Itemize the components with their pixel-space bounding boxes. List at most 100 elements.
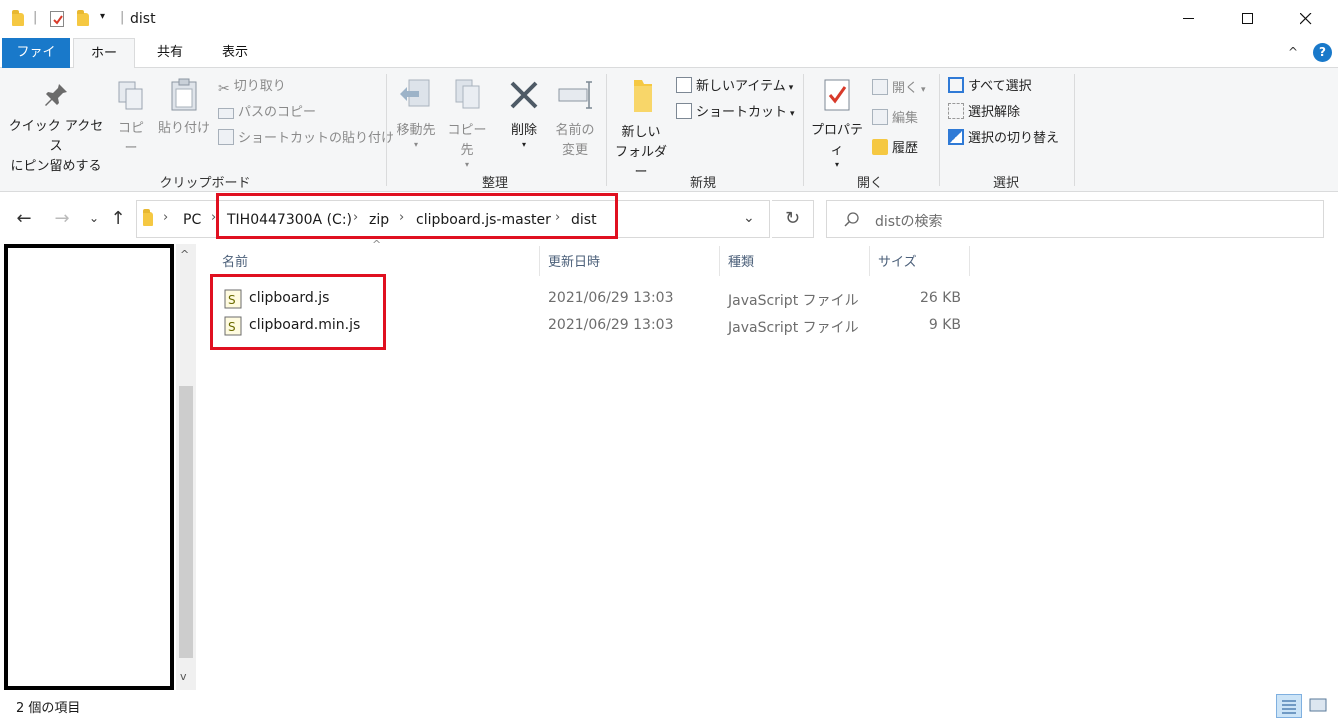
tab-home[interactable]: ホーム bbox=[73, 38, 135, 91]
paste-shortcut-button[interactable]: ショートカットの貼り付け bbox=[218, 128, 394, 150]
pin-quick-access-button[interactable]: クイック アクセス にピン留めする bbox=[6, 80, 106, 177]
address-history-dropdown-icon[interactable]: ⌄ bbox=[743, 210, 755, 226]
edit-icon bbox=[872, 109, 888, 125]
history-icon bbox=[872, 139, 888, 155]
refresh-button[interactable]: ↻ bbox=[772, 200, 814, 238]
forward-arrow-icon[interactable]: → bbox=[50, 208, 74, 229]
details-view-button[interactable] bbox=[1276, 694, 1302, 718]
large-icons-view-button[interactable] bbox=[1306, 694, 1332, 718]
group-label-clipboard: クリップボード bbox=[159, 176, 251, 191]
customize-quick-access-icon[interactable]: ▾ bbox=[100, 11, 105, 22]
up-arrow-icon[interactable]: ↑ bbox=[106, 208, 130, 229]
scroll-up-icon[interactable]: ^ bbox=[180, 248, 189, 261]
column-divider[interactable] bbox=[719, 246, 720, 276]
open-button[interactable]: 開く ▾ bbox=[872, 78, 926, 100]
navigation-pane[interactable] bbox=[4, 244, 174, 690]
column-divider[interactable] bbox=[869, 246, 870, 276]
pin-icon bbox=[45, 84, 67, 106]
scrollbar-thumb[interactable] bbox=[179, 386, 193, 658]
new-item-button[interactable]: 新しいアイテム ▾ bbox=[676, 76, 793, 98]
minimize-button[interactable] bbox=[1166, 0, 1212, 38]
pin-label-line1: クイック アクセス bbox=[8, 119, 104, 154]
column-header-type[interactable]: 種類 bbox=[728, 252, 754, 274]
paste-icon bbox=[171, 78, 197, 111]
column-header-date[interactable]: 更新日時 bbox=[548, 252, 600, 274]
tab-view[interactable]: 表示 bbox=[208, 38, 262, 68]
select-none-icon bbox=[948, 103, 964, 119]
tab-share[interactable]: 共有 bbox=[143, 38, 197, 68]
breadcrumb-pc[interactable]: PC bbox=[183, 212, 201, 228]
move-to-label: 移動先 bbox=[396, 123, 436, 138]
cut-label: 切り取り bbox=[233, 79, 286, 94]
new-item-label: 新しいアイテム bbox=[696, 79, 786, 94]
dropdown-arrow-icon: ▾ bbox=[413, 140, 418, 149]
delete-button[interactable]: 削除 ▾ bbox=[502, 78, 546, 149]
dropdown-arrow-icon: ▾ bbox=[834, 160, 839, 169]
edit-label: 編集 bbox=[892, 111, 919, 126]
new-item-icon bbox=[676, 77, 692, 93]
maximize-button[interactable] bbox=[1225, 0, 1271, 38]
new-folder-quick-icon[interactable] bbox=[77, 10, 89, 26]
highlight-address-box bbox=[216, 193, 618, 239]
group-separator bbox=[1074, 74, 1075, 186]
back-arrow-icon[interactable]: ← bbox=[12, 208, 36, 229]
group-label-new: 新規 bbox=[689, 176, 716, 191]
properties-quick-icon[interactable] bbox=[50, 11, 64, 27]
move-to-button[interactable]: 移動先 ▾ bbox=[392, 78, 440, 149]
search-placeholder: distの検索 bbox=[875, 214, 943, 230]
column-divider[interactable] bbox=[539, 246, 540, 276]
column-header-name[interactable]: 名前 bbox=[222, 252, 248, 274]
scissors-icon: ✂ bbox=[218, 81, 230, 97]
new-folder-button[interactable]: 新しい フォルダー bbox=[610, 76, 672, 183]
highlight-files-box bbox=[210, 274, 386, 350]
cut-button[interactable]: ✂ 切り取り bbox=[218, 76, 286, 98]
tab-file[interactable]: ファイル bbox=[2, 38, 70, 90]
sort-ascending-icon: ^ bbox=[372, 238, 382, 251]
delete-x-icon bbox=[510, 81, 538, 109]
collapse-ribbon-icon[interactable]: ^ bbox=[1288, 45, 1298, 59]
history-label: 履歴 bbox=[892, 141, 919, 156]
edit-button[interactable]: 編集 bbox=[872, 108, 918, 130]
rename-button[interactable]: 名前の 変更 bbox=[550, 78, 600, 161]
chevron-right-icon[interactable]: › bbox=[163, 210, 168, 225]
help-icon[interactable]: ? bbox=[1313, 43, 1332, 62]
copy-path-button[interactable]: パスのコピー bbox=[218, 102, 316, 124]
group-separator bbox=[606, 74, 607, 186]
delete-label: 削除 bbox=[510, 123, 537, 138]
scroll-down-icon[interactable]: v bbox=[180, 670, 187, 683]
copy-to-button[interactable]: コピー先 ▾ bbox=[443, 78, 491, 169]
history-button[interactable]: 履歴 bbox=[872, 138, 918, 160]
column-header-size[interactable]: サイズ bbox=[878, 252, 917, 274]
ribbon-tabs: ファイル ホーム 共有 表示 ^ ? bbox=[0, 38, 1338, 91]
nav-pane-scrollbar[interactable]: ^ v bbox=[176, 244, 196, 690]
group-separator bbox=[386, 74, 387, 186]
shortcut-button[interactable]: ショートカット ▾ bbox=[676, 102, 795, 124]
invert-selection-icon bbox=[948, 129, 964, 145]
move-to-icon bbox=[400, 79, 430, 107]
large-icons-view-icon bbox=[1309, 698, 1327, 712]
select-none-button[interactable]: 選択解除 bbox=[948, 102, 1020, 124]
rename-label-line2: 変更 bbox=[561, 143, 588, 158]
copy-path-label: パスのコピー bbox=[238, 105, 317, 120]
file-type: JavaScript ファイル bbox=[728, 320, 859, 336]
open-label: 開く bbox=[892, 81, 919, 96]
rename-icon bbox=[558, 81, 592, 109]
search-box[interactable]: distの検索 bbox=[826, 200, 1324, 238]
ribbon: クイック アクセス にピン留めする コピー 貼り付け ✂ 切り取り パスのコピー … bbox=[0, 68, 1338, 192]
select-all-button[interactable]: すべて選択 bbox=[948, 76, 1032, 98]
group-label-open: 開く bbox=[856, 176, 883, 191]
invert-selection-button[interactable]: 選択の切り替え bbox=[948, 128, 1059, 150]
copy-path-icon bbox=[218, 108, 234, 119]
copy-button[interactable]: コピー bbox=[112, 80, 150, 159]
column-divider[interactable] bbox=[969, 246, 970, 276]
close-button[interactable] bbox=[1283, 0, 1329, 38]
recent-locations-icon[interactable]: ⌄ bbox=[82, 211, 106, 225]
properties-button[interactable]: プロパティ ▾ bbox=[806, 78, 868, 169]
copy-to-icon bbox=[455, 79, 480, 109]
properties-label: プロパティ bbox=[810, 123, 863, 158]
rename-label-line1: 名前の bbox=[555, 123, 595, 138]
file-date: 2021/06/29 13:03 bbox=[548, 290, 674, 306]
divider: | bbox=[33, 10, 38, 25]
dropdown-arrow-icon: ▾ bbox=[788, 83, 794, 93]
paste-button[interactable]: 貼り付け bbox=[156, 78, 212, 139]
